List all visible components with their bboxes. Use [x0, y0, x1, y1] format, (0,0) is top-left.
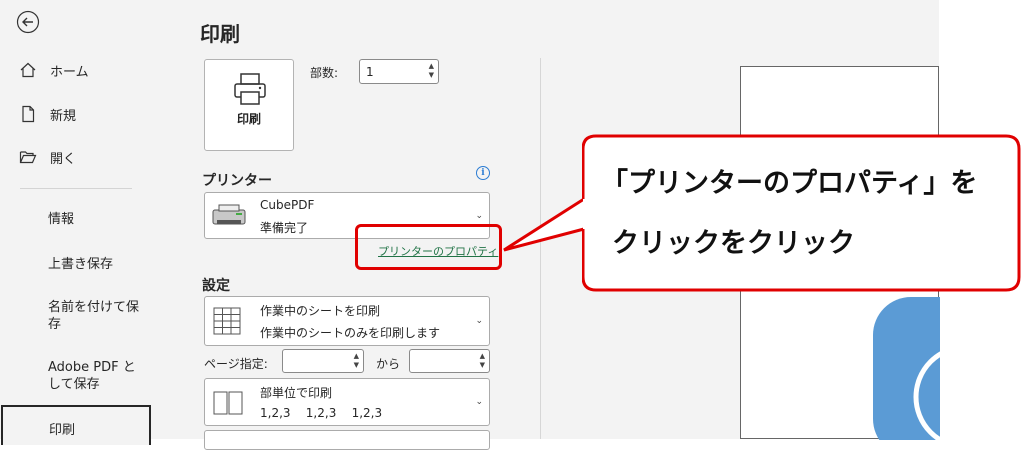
- info-icon[interactable]: i: [476, 166, 490, 180]
- copies-label: 部数:: [310, 66, 339, 80]
- sidebar-item-new[interactable]: 新規: [0, 96, 155, 132]
- new-document-icon: [18, 104, 38, 124]
- sidebar-item-label: ホーム: [50, 64, 89, 80]
- sidebar-divider: [20, 188, 132, 189]
- next-setting-dropdown[interactable]: [204, 430, 490, 450]
- pages-from-input[interactable]: ▲ ▼: [282, 349, 364, 373]
- collate-description: 1,2,3 1,2,3 1,2,3: [260, 406, 383, 420]
- callout-line-1: 「プリンターのプロパティ」を: [601, 168, 978, 199]
- printer-status: 準備完了: [260, 221, 309, 235]
- sidebar-item-open[interactable]: 開く: [0, 139, 155, 175]
- callout-line-2: クリックをクリック: [612, 228, 855, 259]
- sidebar-item-print-active[interactable]: 印刷: [1, 405, 151, 445]
- settings-section-heading: 設定: [202, 278, 230, 294]
- back-button[interactable]: [16, 10, 40, 34]
- page-title: 印刷: [200, 22, 240, 46]
- printer-name: CubePDF: [260, 198, 315, 212]
- sidebar-item-label: 開く: [50, 151, 77, 167]
- collate-title: 部単位で印刷: [260, 386, 333, 400]
- open-folder-icon: [18, 147, 38, 167]
- print-scope-title: 作業中のシートを印刷: [260, 304, 381, 318]
- stepper-arrows-icon[interactable]: ▲ ▼: [354, 352, 359, 370]
- backstage-sidebar: ホーム 新規 開く 情報 上書き保存 名前を付けて保存 Adobe PDF とし…: [0, 0, 155, 445]
- sidebar-item-save-as-adobe-pdf[interactable]: Adobe PDF として保存: [48, 359, 140, 393]
- copies-value: 1: [366, 65, 374, 79]
- sidebar-item-label: 新規: [50, 108, 77, 124]
- sidebar-item-save[interactable]: 上書き保存: [48, 256, 113, 273]
- sidebar-item-label: 印刷: [49, 423, 76, 438]
- chevron-down-icon: ⌄: [475, 316, 483, 326]
- collate-dropdown[interactable]: 部単位で印刷 1,2,3 1,2,3 1,2,3 ⌄: [204, 378, 490, 426]
- print-scope-description: 作業中のシートのみを印刷します: [260, 326, 441, 340]
- sidebar-item-home[interactable]: ホーム: [0, 52, 155, 88]
- print-button-label: 印刷: [236, 112, 261, 126]
- chevron-down-icon: ⌄: [475, 397, 483, 407]
- printer-device-icon: [212, 204, 246, 225]
- sidebar-item-info[interactable]: 情報: [48, 211, 74, 228]
- print-button[interactable]: 印刷: [204, 59, 294, 151]
- callout-pointer: [503, 197, 589, 252]
- pages-to-input[interactable]: ▲ ▼: [409, 349, 490, 373]
- printer-section-heading: プリンター: [202, 173, 272, 189]
- collate-pages-icon: [213, 391, 243, 415]
- highlight-box: [355, 224, 502, 270]
- pages-label: ページ指定:: [204, 357, 268, 371]
- pages-to-label: から: [376, 357, 401, 371]
- print-scope-dropdown[interactable]: 作業中のシートを印刷 作業中のシートのみを印刷します ⌄: [204, 296, 490, 346]
- callout-bubble: [582, 134, 1021, 292]
- sidebar-item-save-as[interactable]: 名前を付けて保存: [48, 299, 140, 333]
- sheet-grid-icon: [213, 307, 241, 335]
- home-icon: [18, 60, 38, 80]
- printer-icon: [234, 73, 266, 105]
- stepper-arrows-icon[interactable]: ▲ ▼: [480, 352, 485, 370]
- back-arrow-icon: [16, 10, 40, 34]
- stepper-arrows-icon[interactable]: ▲ ▼: [429, 62, 434, 80]
- chevron-down-icon: ⌄: [475, 211, 483, 221]
- copies-stepper[interactable]: 1 ▲ ▼: [359, 59, 439, 84]
